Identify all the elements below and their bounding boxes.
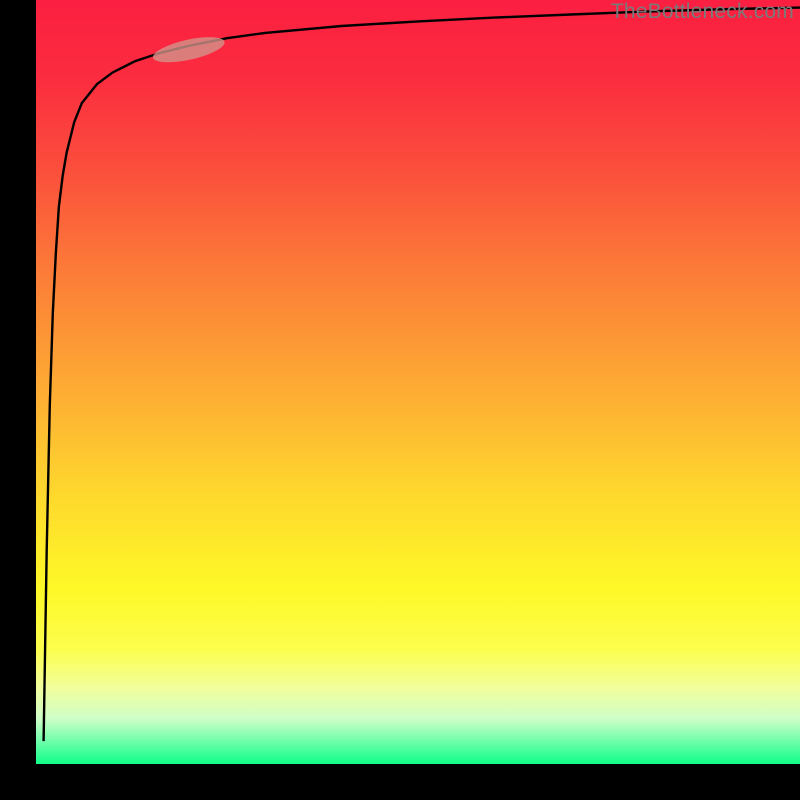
plot-area: TheBottleneck.com	[36, 0, 800, 764]
x-axis-border	[0, 764, 800, 800]
chart-container: TheBottleneck.com	[0, 0, 800, 800]
plot-svg	[36, 0, 800, 764]
bottleneck-curve	[44, 8, 800, 742]
y-axis-border	[0, 0, 36, 800]
highlight-blob-icon	[151, 32, 227, 67]
